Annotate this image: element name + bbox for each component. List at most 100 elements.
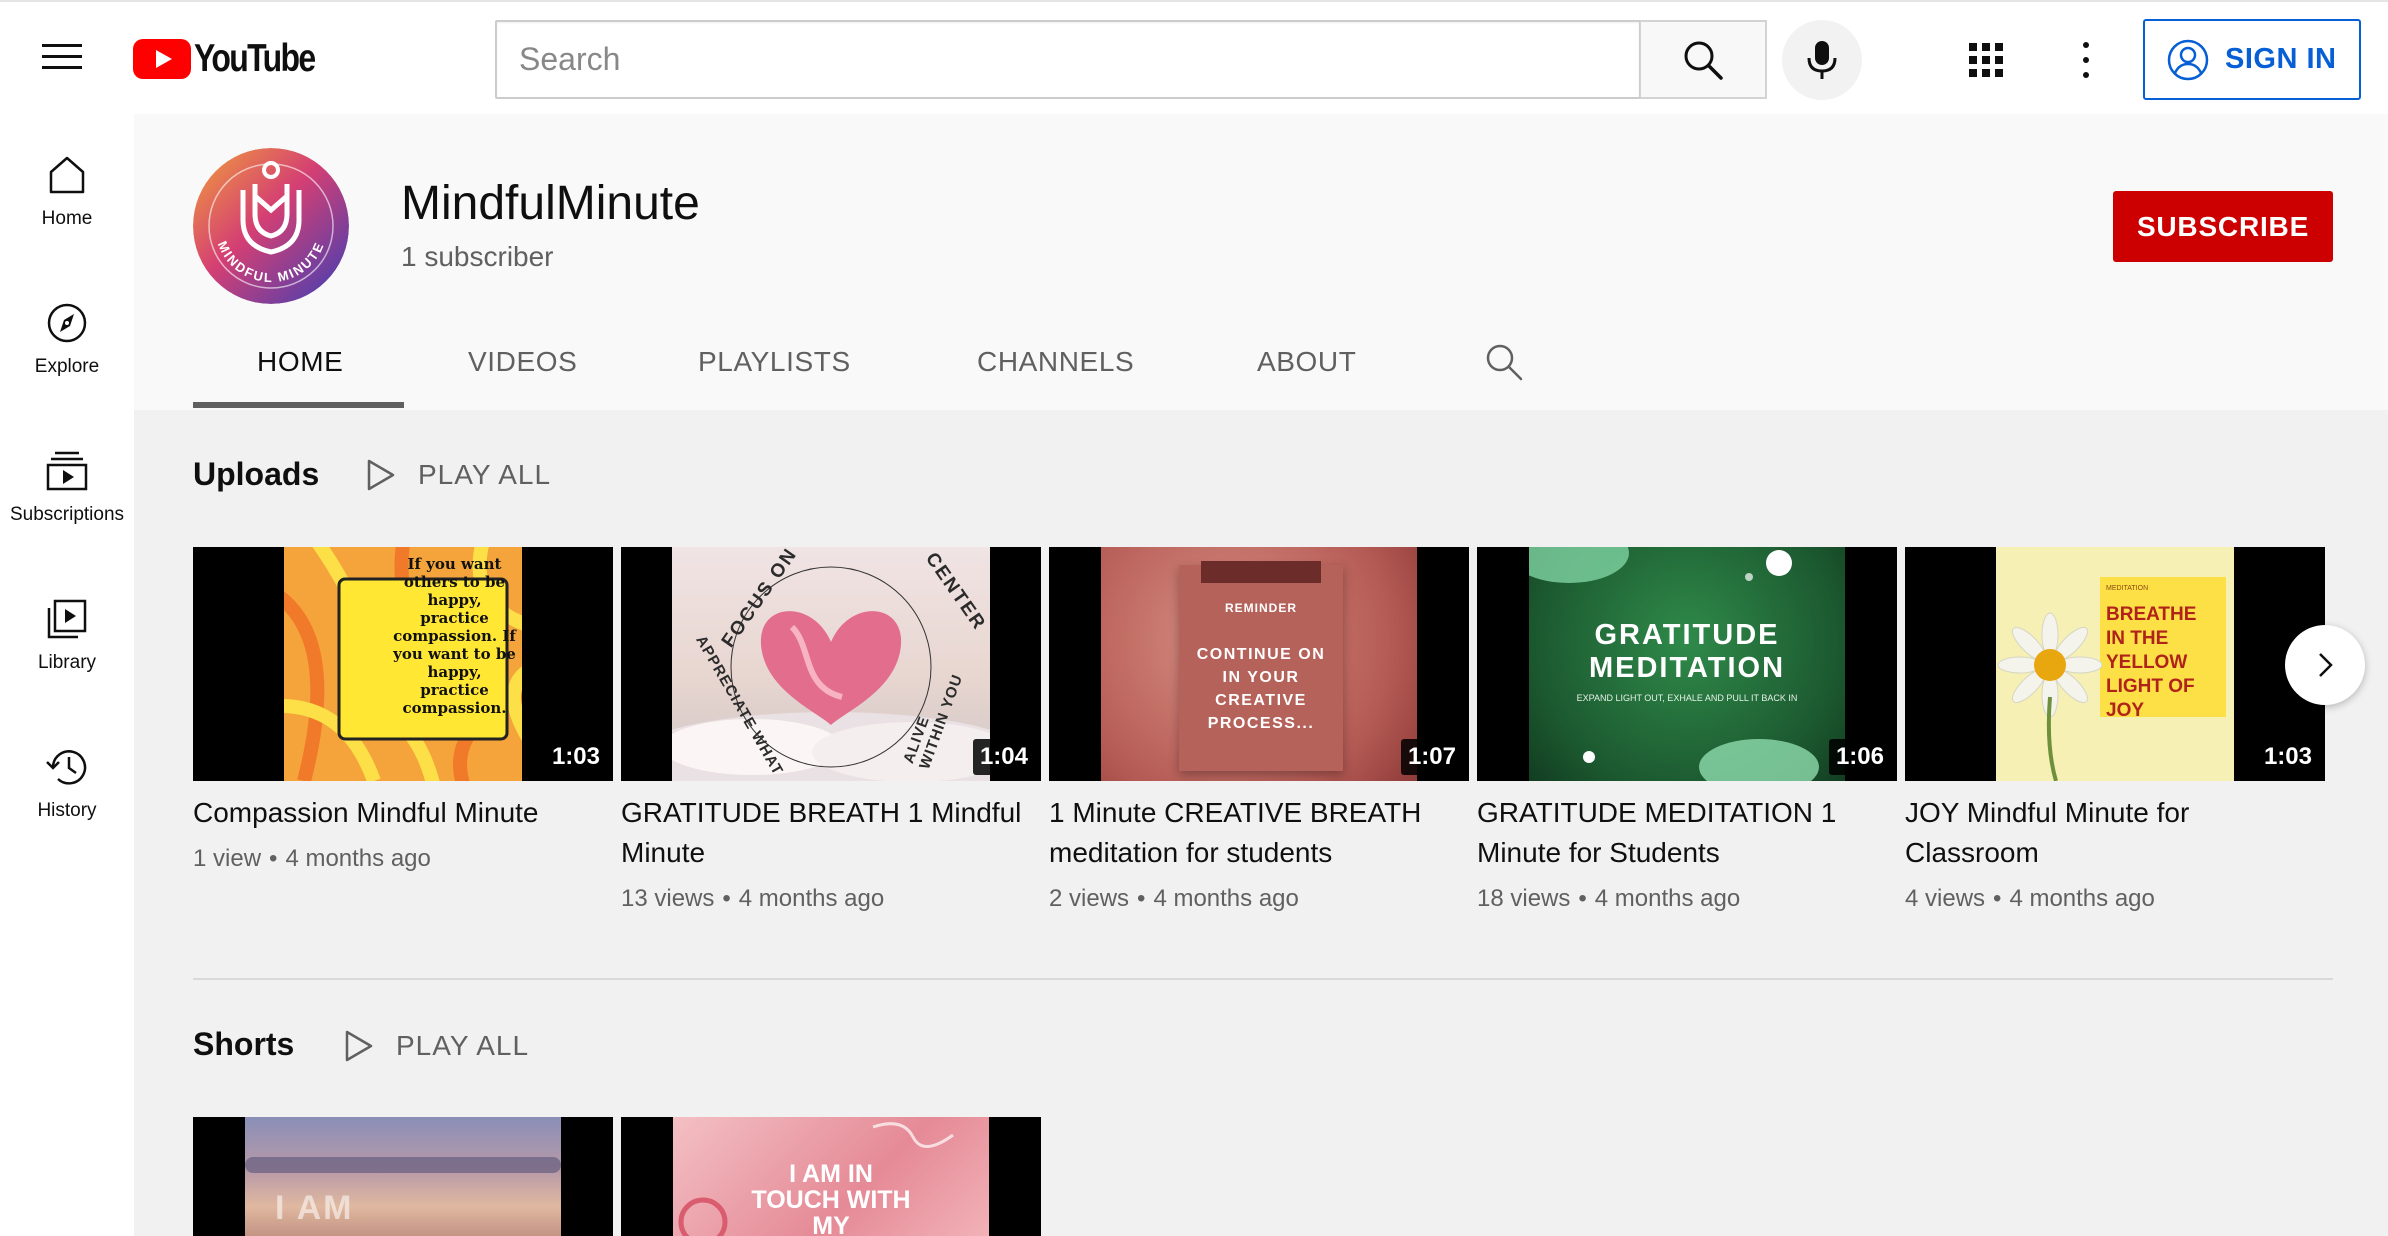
thumbnail-text: CONTINUE ON IN YOUR CREATIVE PROCESS... <box>1196 646 1326 732</box>
search-button[interactable] <box>1640 20 1767 99</box>
uploads-play-all-button[interactable]: PLAY ALL <box>366 458 551 492</box>
channel-search-button[interactable] <box>1484 342 1524 387</box>
more-vert-icon[interactable] <box>2066 36 2106 84</box>
youtube-logo-icon <box>133 39 191 79</box>
video-thumbnail[interactable]: MEDITATION BREATHE IN THE YELLOW LIGHT O… <box>1905 547 2325 781</box>
video-card[interactable]: FOCUS ON CENTER APPRECIATE WHAT ALIVE WI… <box>621 547 1041 913</box>
sidebar-item-explore[interactable]: Explore <box>0 262 134 392</box>
subscriptions-icon <box>46 451 88 491</box>
video-duration: 1:04 <box>972 739 1035 775</box>
video-meta: 13 views • 4 months ago <box>621 885 885 912</box>
short-thumbnail-text: I AM IN TOUCH WITH MY CREATIVE <box>751 1160 911 1236</box>
play-all-label: PLAY ALL <box>418 459 552 490</box>
tab-playlists[interactable]: PLAYLISTS <box>698 330 851 410</box>
upload-age: 4 months ago <box>1153 885 1299 912</box>
sidebar-item-history[interactable]: History <box>0 706 134 836</box>
search-icon <box>1684 41 1723 80</box>
sidebar-item-home[interactable]: Home <box>0 114 134 244</box>
tab-channels[interactable]: CHANNELS <box>977 330 1134 410</box>
chevron-right-icon <box>2319 653 2333 677</box>
video-duration: 1:06 <box>1828 739 1891 775</box>
view-count: 13 views <box>621 885 715 912</box>
subscribe-button[interactable]: SUBSCRIBE <box>2113 191 2333 262</box>
upload-age: 4 months ago <box>2009 885 2155 912</box>
active-tab-indicator <box>193 402 404 408</box>
subscriber-count: 1 subscriber <box>401 241 554 272</box>
view-count: 2 views <box>1049 885 1130 912</box>
library-icon <box>47 599 87 639</box>
sidebar-item-subscriptions[interactable]: Subscriptions <box>0 410 134 540</box>
video-duration: 1:07 <box>1400 739 1463 775</box>
video-card[interactable]: GRATITUDE MEDITATION EXPAND LIGHT OUT, E… <box>1477 547 1897 913</box>
thumbnail-subtext: EXPAND LIGHT OUT, EXHALE AND PULL IT BAC… <box>1576 693 1798 703</box>
shorts-play-all-button[interactable]: PLAY ALL <box>344 1029 529 1063</box>
thumbnail-text: If you want others to be happy, practice… <box>393 555 516 717</box>
video-title[interactable]: JOY Mindful Minute for Classroom <box>1905 793 2315 873</box>
sidebar-item-label: Explore <box>34 356 100 377</box>
sidebar-item-label: History <box>37 800 97 821</box>
youtube-logo[interactable]: YouTube <box>133 37 341 81</box>
video-thumbnail[interactable]: GRATITUDE MEDITATION EXPAND LIGHT OUT, E… <box>1477 547 1897 781</box>
upload-age: 4 months ago <box>285 845 431 872</box>
thumbnail-small-text: MEDITATION <box>2106 585 2149 592</box>
video-meta: 1 view • 4 months ago <box>193 845 431 872</box>
short-thumbnail[interactable]: I AM IN TOUCH WITH MY CREATIVE <box>621 1117 1041 1236</box>
video-title[interactable]: GRATITUDE BREATH 1 Mindful Minute <box>621 793 1031 873</box>
sidebar-item-label: Library <box>37 652 97 673</box>
logo-text: YouTube <box>194 37 316 80</box>
sidebar-item-library[interactable]: Library <box>0 558 134 688</box>
home-icon <box>49 156 85 194</box>
tab-home[interactable]: HOME <box>257 330 343 410</box>
thumbnail-heading: GRATITUDE MEDITATION <box>1588 619 1786 684</box>
search-icon <box>1486 344 1523 381</box>
video-thumbnail[interactable]: FOCUS ON CENTER APPRECIATE WHAT ALIVE WI… <box>621 547 1041 781</box>
thumbnail-label: REMINDER <box>1224 601 1297 615</box>
video-meta: 18 views • 4 months ago <box>1477 885 1741 912</box>
video-title[interactable]: Compassion Mindful Minute <box>193 793 603 833</box>
video-duration: 1:03 <box>2256 739 2319 775</box>
short-thumbnail[interactable]: I AM <box>193 1117 613 1236</box>
video-card[interactable]: If you want others to be happy, practice… <box>193 547 613 873</box>
video-card[interactable]: REMINDER CONTINUE ON IN YOUR CREATIVE PR… <box>1049 547 1469 913</box>
video-thumbnail[interactable]: If you want others to be happy, practice… <box>193 547 613 781</box>
video-thumbnail[interactable]: REMINDER CONTINUE ON IN YOUR CREATIVE PR… <box>1049 547 1469 781</box>
upload-age: 4 months ago <box>1594 885 1741 912</box>
view-count: 4 views <box>1905 885 1986 912</box>
shorts-heading: Shorts <box>193 1026 295 1062</box>
video-card[interactable]: MEDITATION BREATHE IN THE YELLOW LIGHT O… <box>1905 547 2325 913</box>
search-input[interactable] <box>497 22 1639 97</box>
video-title[interactable]: GRATITUDE MEDITATION 1 Minute for Studen… <box>1477 793 1887 873</box>
channel-name: MindfulMinute <box>401 177 700 230</box>
uploads-heading: Uploads <box>193 456 320 492</box>
short-thumbnail-text: I AM <box>275 1189 354 1227</box>
play-all-label: PLAY ALL <box>396 1030 530 1061</box>
thumbnail-text: BREATHE IN THE YELLOW LIGHT OF JOY <box>2106 604 2197 721</box>
upload-age: 4 months ago <box>738 885 885 912</box>
voice-search-button[interactable] <box>1782 20 1862 100</box>
account-circle-icon <box>2167 39 2209 80</box>
video-meta: 4 views • 4 months ago <box>1905 885 2155 912</box>
video-meta: 2 views • 4 months ago <box>1049 885 1299 912</box>
section-divider <box>193 978 2333 980</box>
sidebar-item-label: Subscriptions <box>9 504 125 525</box>
sidebar: Home Explore Subscriptions Library Histo… <box>0 114 134 1236</box>
compass-icon <box>47 303 87 343</box>
microphone-icon <box>1807 41 1837 79</box>
tab-about[interactable]: ABOUT <box>1257 330 1356 410</box>
video-title[interactable]: 1 Minute CREATIVE BREATH meditation for … <box>1049 793 1459 873</box>
sidebar-item-label: Home <box>41 208 93 229</box>
channel-avatar[interactable]: MINDFUL MINUTE <box>193 148 349 304</box>
view-count: 1 view <box>193 845 262 872</box>
video-duration: 1:03 <box>544 739 607 775</box>
carousel-next-button[interactable] <box>2285 625 2365 705</box>
play-icon <box>345 1030 373 1062</box>
sign-in-label: SIGN IN <box>2225 43 2337 75</box>
apps-grid-icon[interactable] <box>1966 40 2006 80</box>
sign-in-button[interactable]: SIGN IN <box>2143 19 2361 100</box>
history-icon <box>46 750 87 785</box>
tab-videos[interactable]: VIDEOS <box>468 330 577 410</box>
view-count: 18 views <box>1477 885 1571 912</box>
menu-icon[interactable] <box>36 36 88 82</box>
play-icon <box>367 459 395 491</box>
top-bar: YouTube SIGN IN <box>0 0 2388 114</box>
